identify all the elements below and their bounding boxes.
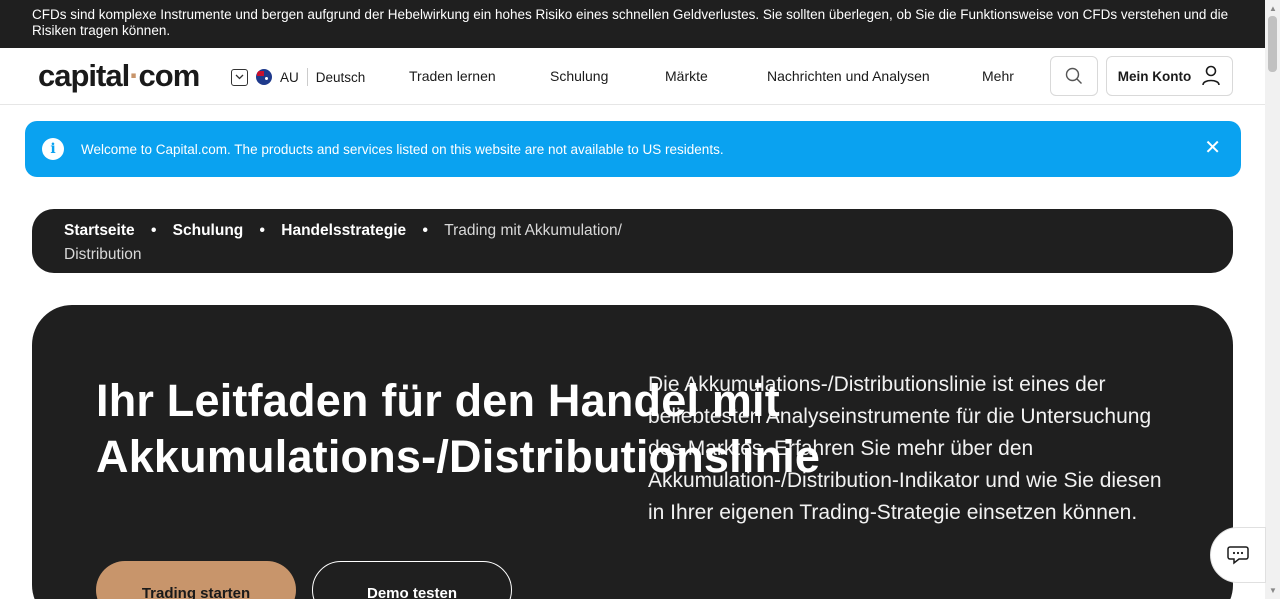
breadcrumb-startseite[interactable]: Startseite <box>64 222 135 239</box>
breadcrumb-handelsstrategie[interactable]: Handelsstrategie <box>281 222 406 239</box>
page-scrollbar[interactable]: ▲ ▼ <box>1265 0 1280 599</box>
trading-starten-button[interactable]: Trading starten <box>96 561 296 599</box>
nav-traden-lernen[interactable]: Traden lernen <box>409 68 496 84</box>
top-navigation: capital·com AU Deutsch Traden lernen Sch… <box>0 48 1265 105</box>
capital-logo[interactable]: capital·com <box>38 58 200 94</box>
language-label[interactable]: Deutsch <box>316 70 366 85</box>
risk-warning-text: CFDs sind komplexe Instrumente und berge… <box>32 7 1229 38</box>
scroll-up-arrow-icon[interactable]: ▲ <box>1269 4 1277 13</box>
nav-maerkte[interactable]: Märkte <box>665 68 708 84</box>
hero-section: Ihr Leitfaden für den Handel mit Akkumul… <box>32 305 1233 599</box>
page-title: Ihr Leitfaden für den Handel mit Akkumul… <box>96 375 821 482</box>
scroll-down-arrow-icon[interactable]: ▼ <box>1269 586 1277 595</box>
region-language-selector[interactable]: AU Deutsch <box>231 67 365 87</box>
divider <box>306 68 308 86</box>
chat-icon <box>1227 546 1249 565</box>
demo-testen-button[interactable]: Demo testen <box>312 561 512 599</box>
nav-mehr[interactable]: Mehr <box>982 68 1014 84</box>
us-residents-notice: i Welcome to Capital.com. The products a… <box>25 121 1241 177</box>
search-icon <box>1065 67 1082 84</box>
chevron-down-icon[interactable] <box>231 68 248 86</box>
scroll-thumb[interactable] <box>1268 16 1277 72</box>
account-button[interactable]: Mein Konto <box>1106 56 1233 96</box>
notice-text: Welcome to Capital.com. The products and… <box>81 141 724 157</box>
risk-warning-banner: CFDs sind komplexe Instrumente und berge… <box>0 0 1265 48</box>
search-button[interactable] <box>1050 56 1098 96</box>
nav-schulung[interactable]: Schulung <box>550 68 608 84</box>
close-icon[interactable]: ✕ <box>1204 138 1221 158</box>
breadcrumb-schulung[interactable]: Schulung <box>173 222 244 239</box>
chat-button[interactable] <box>1210 527 1266 583</box>
nav-nachrichten-analysen[interactable]: Nachrichten und Analysen <box>767 68 930 84</box>
account-label: Mein Konto <box>1117 68 1192 84</box>
user-icon <box>1202 65 1221 86</box>
info-icon: i <box>42 138 64 160</box>
country-code[interactable]: AU <box>280 70 299 85</box>
breadcrumb: Startseite • Schulung • Handelsstrategie • Tra… <box>32 209 1233 273</box>
australia-flag-icon <box>256 69 272 85</box>
